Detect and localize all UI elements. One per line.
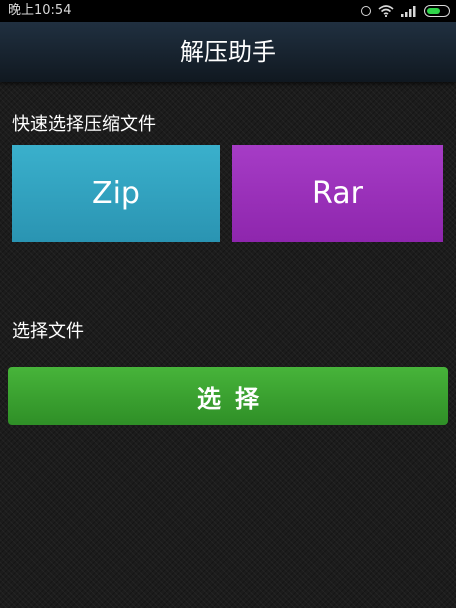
status-bar: 晚上10:54 <box>0 0 456 22</box>
rar-button[interactable]: Rar <box>232 145 443 242</box>
select-file-button[interactable]: 选择 <box>8 367 448 425</box>
battery-icon <box>424 5 450 17</box>
signal-icon <box>401 5 417 17</box>
wifi-icon <box>378 5 394 17</box>
app-title: 解压助手 <box>180 38 276 66</box>
title-bar: 解压助手 <box>0 22 456 82</box>
sync-icon <box>361 6 371 16</box>
rar-button-label: Rar <box>312 176 363 211</box>
select-file-button-label: 选择 <box>197 384 273 413</box>
app-screen: 晚上10:54 解压助手 快速选择压缩文件 Zip Rar 选择文件 选择 <box>0 0 456 608</box>
zip-button-label: Zip <box>92 176 140 211</box>
quick-select-label: 快速选择压缩文件 <box>12 114 156 135</box>
battery-level-fill <box>427 8 440 14</box>
zip-button[interactable]: Zip <box>12 145 220 242</box>
status-icons <box>361 0 450 22</box>
status-time: 晚上10:54 <box>8 3 72 18</box>
choose-file-label: 选择文件 <box>12 321 84 342</box>
